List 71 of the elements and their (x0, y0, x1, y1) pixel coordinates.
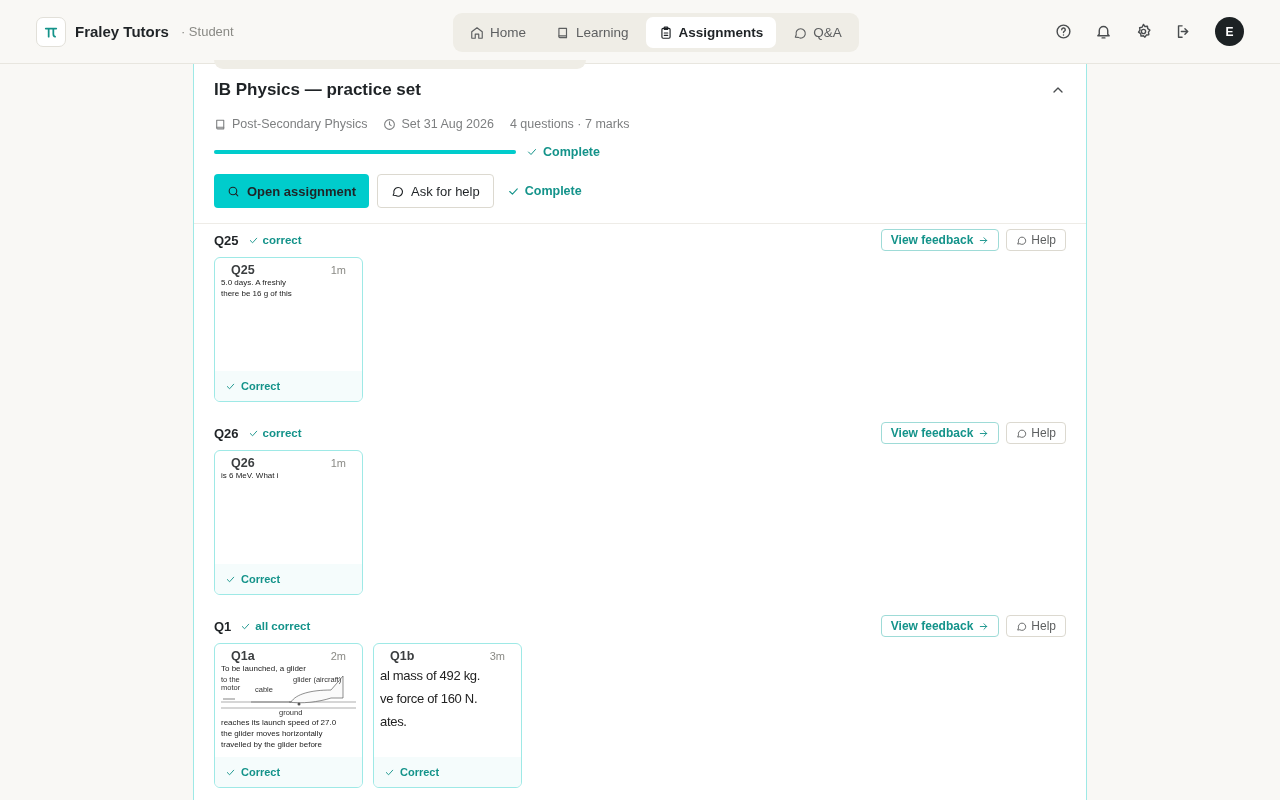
part-label: Q25 (231, 263, 255, 277)
chat-icon (1016, 427, 1028, 439)
arrow-icon (978, 234, 990, 246)
part-status: Correct (241, 380, 281, 392)
view-feedback-button[interactable]: View feedback (880, 422, 1000, 444)
excerpt-text: al mass of 492 kg. (380, 667, 481, 685)
excerpt-text: ates. (380, 713, 407, 731)
excerpt-text: 5.0 days. A freshly (221, 278, 286, 288)
chat-icon (391, 184, 405, 198)
part-label: Q1b (390, 649, 415, 663)
chat-icon (793, 25, 808, 40)
chat-icon (1016, 234, 1028, 246)
question-result: correct (262, 427, 302, 439)
chat-icon (1016, 620, 1028, 632)
clock-icon (383, 117, 397, 131)
subject-label: Post-Secondary Physics (232, 117, 368, 131)
question-label: Q26 (214, 425, 239, 441)
part-status: Correct (241, 766, 281, 778)
book-icon (214, 117, 227, 131)
question-card[interactable]: Q26 1m is 6 MeV. What i Correct (214, 450, 363, 595)
part-status: Correct (241, 573, 281, 585)
nav-tab[interactable]: Assignments (645, 17, 777, 48)
excerpt-text: To be launched, a glider (221, 664, 306, 674)
ask-help-button[interactable]: Ask for help (377, 174, 494, 208)
arrow-icon (978, 620, 990, 632)
avatar[interactable]: E (1215, 17, 1244, 46)
summary-label: 4 questions · 7 marks (509, 117, 630, 131)
open-assignment-button[interactable]: Open assignment (214, 174, 370, 208)
nav-tab[interactable]: Q&A (780, 17, 855, 48)
question-result: correct (262, 234, 302, 246)
help-button[interactable]: Help (1006, 229, 1066, 251)
help-icon (1055, 23, 1072, 40)
time-estimate: 2m (330, 650, 346, 662)
bell-icon (1095, 23, 1112, 40)
clipboard-icon (658, 25, 673, 40)
home-icon (470, 25, 484, 40)
help-button[interactable]: Help (1006, 615, 1066, 637)
part-label: Q1a (231, 649, 255, 663)
excerpt-text: there be 16 g of this (221, 289, 292, 299)
time-estimate: 1m (330, 457, 346, 469)
assignment-title: IB Physics — practice set (214, 80, 421, 100)
excerpt-text: reaches its launch speed of 27.0 (221, 718, 337, 728)
time-estimate: 1m (330, 264, 346, 276)
logo-icon[interactable] (36, 16, 66, 47)
excerpt-text: the glider moves horizontally (221, 729, 323, 739)
search-icon (227, 184, 240, 198)
arrow-icon (978, 427, 990, 439)
set-date: Set 31 Aug 2026 (401, 117, 494, 131)
progress-status: Complete (543, 145, 600, 159)
nav-tab[interactable]: Learning (543, 17, 642, 48)
view-feedback-button[interactable]: View feedback (880, 615, 1000, 637)
help-button[interactable]: Help (1006, 422, 1066, 444)
view-feedback-button[interactable]: View feedback (880, 229, 1000, 251)
question-result: all correct (255, 620, 311, 632)
settings-icon (1135, 23, 1152, 40)
question-label: Q25 (214, 232, 239, 248)
time-estimate: 3m (489, 650, 505, 662)
role-label: · Student (180, 24, 234, 39)
excerpt-text: is 6 MeV. What i (221, 471, 279, 481)
book-icon (556, 25, 570, 40)
brand-name: Fraley Tutors (75, 23, 169, 40)
question-card[interactable]: Q1b 3m al mass of 492 kg. ve force of 160 N. ates. Correct (373, 643, 522, 788)
part-status: Correct (400, 766, 440, 778)
question-card[interactable]: Q25 1m 5.0 days. A freshly there be 16 g of this Correct (214, 257, 363, 402)
assignment-status: Complete (524, 184, 582, 198)
excerpt-text: travelled by the glider before (221, 740, 322, 750)
check-icon (526, 146, 538, 158)
question-label: Q1 (214, 618, 232, 634)
part-label: Q26 (231, 456, 255, 470)
nav-tab[interactable]: Home (457, 17, 539, 48)
excerpt-text: ve force of 160 N. (380, 690, 478, 708)
